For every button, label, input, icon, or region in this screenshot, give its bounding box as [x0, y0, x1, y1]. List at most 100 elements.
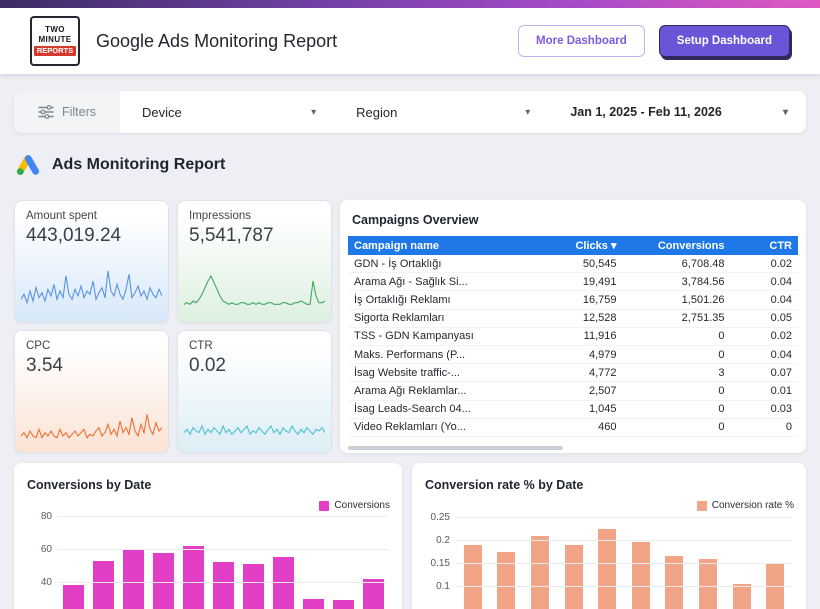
gridline — [58, 582, 388, 583]
clicks-cell: 460 — [546, 418, 623, 436]
table-row[interactable]: Video Reklamları (Yo...46000 — [348, 418, 798, 436]
bar[interactable] — [464, 545, 482, 609]
ctr-cell: 0.01 — [731, 382, 799, 400]
clicks-cell: 1,045 — [546, 400, 623, 418]
kpi-label: CPC — [26, 340, 157, 352]
table-row[interactable]: Maks. Performans (P...4,97900.04 — [348, 345, 798, 363]
bar[interactable] — [733, 584, 751, 609]
kpi-label: CTR — [189, 340, 320, 352]
table-row[interactable]: TSS - GDN Kampanyası11,91600.02 — [348, 327, 798, 345]
ctr-cell: 0 — [731, 418, 799, 436]
bar[interactable] — [303, 599, 324, 609]
ctr-cell: 0.03 — [731, 400, 799, 418]
campaign-name-cell: GDN - İş Ortaklığı — [348, 255, 546, 273]
campaigns-table: Campaign name Clicks ▾ Conversions CTR G… — [348, 236, 798, 437]
setup-dashboard-button[interactable]: Setup Dashboard — [659, 25, 790, 57]
ctr-cell: 0.04 — [731, 273, 799, 291]
kpi-sparkline — [184, 266, 325, 316]
clicks-cell: 50,545 — [546, 255, 623, 273]
bar[interactable] — [632, 542, 650, 609]
device-filter-dropdown[interactable]: Device ▾ — [120, 91, 334, 133]
bar[interactable] — [497, 552, 515, 609]
date-range-value: Jan 1, 2025 - Feb 11, 2026 — [570, 105, 722, 119]
campaigns-overview-title: Campaigns Overview — [348, 211, 798, 236]
bar[interactable] — [153, 553, 174, 609]
column-header-campaign-name[interactable]: Campaign name — [348, 236, 546, 255]
kpi-card-impressions: Impressions5,541,787 — [177, 200, 332, 323]
campaign-name-cell: Sigorta Reklamları — [348, 309, 546, 327]
conversions-cell: 0 — [623, 345, 731, 363]
bars-group — [58, 508, 388, 609]
bar[interactable] — [565, 545, 583, 609]
date-range-dropdown[interactable]: Jan 1, 2025 - Feb 11, 2026 ▾ — [548, 91, 806, 133]
conversions-cell: 6,708.48 — [623, 255, 731, 273]
y-axis-tick-label: 0.1 — [416, 581, 450, 592]
table-row[interactable]: İş Ortaklığı Reklamı16,7591,501.260.04 — [348, 291, 798, 309]
device-filter-label: Device — [142, 105, 182, 120]
ctr-cell: 0.02 — [731, 255, 799, 273]
kpi-value: 3.54 — [26, 355, 157, 377]
column-header-ctr[interactable]: CTR — [731, 236, 799, 255]
conversions-cell: 0 — [623, 418, 731, 436]
bar[interactable] — [93, 561, 114, 609]
kpi-sparkline — [21, 396, 162, 446]
clicks-cell: 19,491 — [546, 273, 623, 291]
bar[interactable] — [183, 546, 204, 609]
campaign-name-cell: Video Reklamları (Yo... — [348, 418, 546, 436]
bars-group — [456, 508, 792, 609]
google-ads-icon — [16, 153, 40, 177]
bar[interactable] — [243, 564, 264, 609]
bar[interactable] — [699, 559, 717, 609]
y-axis-tick-label: 80 — [18, 511, 52, 522]
conversions-by-date-chart: Conversions by Date Conversions 806040 — [14, 463, 402, 609]
column-header-conversions[interactable]: Conversions — [623, 236, 731, 255]
table-row[interactable]: Sigorta Reklamları12,5282,751.350.05 — [348, 309, 798, 327]
column-header-clicks[interactable]: Clicks ▾ — [546, 236, 623, 255]
bar[interactable] — [363, 579, 384, 609]
bar[interactable] — [273, 557, 294, 609]
kpi-card-amount-spent: Amount spent443,019.24 — [14, 200, 169, 323]
table-row[interactable]: Arama Ağı Reklamlar...2,50700.01 — [348, 382, 798, 400]
ctr-cell: 0.02 — [731, 327, 799, 345]
table-horizontal-scrollbar[interactable] — [348, 446, 563, 450]
gridline — [58, 516, 388, 517]
gridline — [456, 563, 792, 564]
conversions-cell: 3,784.56 — [623, 273, 731, 291]
conversions-cell: 2,751.35 — [623, 309, 731, 327]
plot-area — [58, 508, 388, 609]
chart-title: Conversions by Date — [27, 478, 151, 492]
table-row[interactable]: Arama Ağı - Sağlık Si...19,4913,784.560.… — [348, 273, 798, 291]
bar[interactable] — [123, 549, 144, 609]
clicks-cell: 2,507 — [546, 382, 623, 400]
region-filter-label: Region — [356, 105, 397, 120]
campaign-name-cell: İsag Website traffic-... — [348, 364, 546, 382]
bar[interactable] — [213, 562, 234, 609]
table-row[interactable]: İsag Leads-Search 04...1,04500.03 — [348, 400, 798, 418]
kpi-card-ctr: CTR0.02 — [177, 330, 332, 453]
ctr-cell: 0.07 — [731, 364, 799, 382]
kpi-card-cpc: CPC 3.54 — [14, 330, 169, 453]
bar[interactable] — [333, 600, 354, 609]
filter-bar: Filters Device ▾ Region ▾ Jan 1, 2025 - … — [14, 91, 806, 133]
chevron-down-icon: ▾ — [783, 107, 788, 118]
kpi-label: Amount spent — [26, 210, 157, 222]
bar[interactable] — [665, 556, 683, 609]
table-row[interactable]: İsag Website traffic-...4,77230.07 — [348, 364, 798, 382]
conversions-cell: 0 — [623, 400, 731, 418]
table-row[interactable]: GDN - İş Ortaklığı50,5456,708.480.02 — [348, 255, 798, 273]
plot-area — [456, 508, 792, 609]
y-axis-tick-label: 40 — [18, 577, 52, 588]
campaign-name-cell: TSS - GDN Kampanyası — [348, 327, 546, 345]
clicks-cell: 16,759 — [546, 291, 623, 309]
conversion-rate-by-date-chart: Conversion rate % by Date Conversion rat… — [412, 463, 806, 609]
region-filter-dropdown[interactable]: Region ▾ — [334, 91, 548, 133]
report-section-header: Ads Monitoring Report — [16, 150, 225, 180]
filters-toggle[interactable]: Filters — [14, 91, 120, 133]
kpi-value: 5,541,787 — [189, 225, 320, 247]
y-axis-tick-label: 0.15 — [416, 558, 450, 569]
campaign-name-cell: İş Ortaklığı Reklamı — [348, 291, 546, 309]
bar[interactable] — [531, 536, 549, 609]
campaign-name-cell: İsag Leads-Search 04... — [348, 400, 546, 418]
more-dashboard-button[interactable]: More Dashboard — [518, 25, 645, 57]
bar[interactable] — [63, 585, 84, 609]
